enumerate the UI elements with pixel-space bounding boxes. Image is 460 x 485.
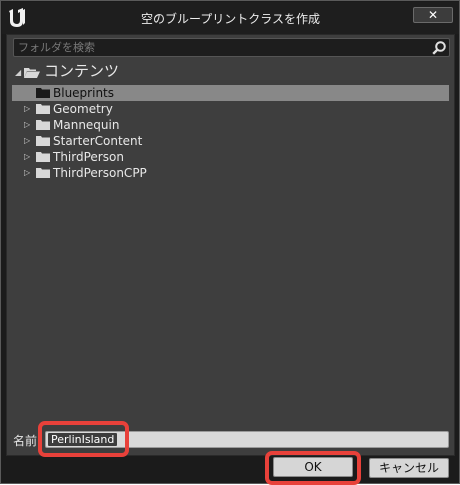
search-icon[interactable] bbox=[431, 40, 447, 56]
tree-item-thirdperson[interactable]: ▷ ThirdPerson bbox=[7, 149, 447, 165]
tree-item-blueprints[interactable]: Blueprints bbox=[7, 85, 447, 101]
create-blueprint-dialog: 空のブループリントクラスを作成 ✕ ◢ コンテンツ bbox=[0, 0, 460, 485]
collapsed-arrow-icon[interactable]: ▷ bbox=[24, 165, 32, 181]
tree-item-mannequin[interactable]: ▷ Mannequin bbox=[7, 117, 447, 133]
name-label: 名前 bbox=[13, 434, 38, 448]
title-bar[interactable]: 空のブループリントクラスを作成 ✕ bbox=[2, 2, 459, 34]
tree-item-startercontent[interactable]: ▷ StarterContent bbox=[7, 133, 447, 149]
close-button[interactable]: ✕ bbox=[413, 7, 453, 23]
collapsed-arrow-icon[interactable]: ▷ bbox=[24, 133, 32, 149]
cancel-button[interactable]: キャンセル bbox=[369, 458, 449, 478]
expanded-arrow-icon[interactable]: ◢ bbox=[15, 65, 23, 81]
folder-icon bbox=[36, 168, 50, 178]
open-folder-icon bbox=[24, 68, 40, 78]
folder-search-input[interactable] bbox=[14, 39, 424, 56]
tree-item-geometry[interactable]: ▷ Geometry bbox=[7, 101, 447, 117]
tree-item-label: ThirdPersonCPP bbox=[53, 166, 147, 180]
tree-item-label: Mannequin bbox=[53, 118, 120, 132]
tree-item-thirdpersoncpp[interactable]: ▷ ThirdPersonCPP bbox=[7, 165, 447, 181]
folder-browser-panel: ◢ コンテンツ Blueprints ▷ bbox=[6, 34, 455, 456]
folder-icon bbox=[36, 88, 50, 98]
folder-icon bbox=[36, 136, 50, 146]
collapsed-arrow-icon[interactable]: ▷ bbox=[24, 149, 32, 165]
dialog-title: 空のブループリントクラスを作成 bbox=[140, 12, 321, 26]
ok-highlight-annotation bbox=[265, 451, 361, 485]
folder-icon bbox=[36, 152, 50, 162]
tree-root-content[interactable]: ◢ コンテンツ bbox=[7, 62, 447, 81]
collapsed-arrow-icon[interactable]: ▷ bbox=[24, 101, 32, 117]
tree-root-label: コンテンツ bbox=[44, 62, 120, 80]
collapsed-arrow-icon[interactable]: ▷ bbox=[24, 117, 32, 133]
tree-item-label: StarterContent bbox=[53, 134, 143, 148]
name-highlight-annotation bbox=[38, 421, 129, 457]
tree-item-label: ThirdPerson bbox=[53, 150, 124, 164]
folder-icon bbox=[36, 104, 50, 114]
folder-search-box[interactable] bbox=[13, 38, 450, 57]
tree-item-label: Geometry bbox=[53, 102, 113, 116]
tree-item-label: Blueprints bbox=[53, 86, 115, 100]
folder-icon bbox=[36, 120, 50, 130]
